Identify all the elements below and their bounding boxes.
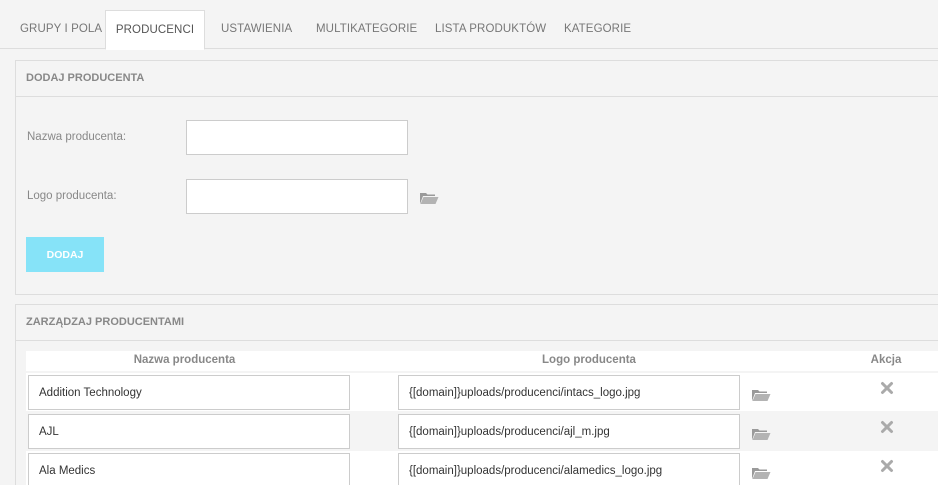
row-name-input[interactable] [28,453,350,485]
folder-open-icon[interactable] [751,466,771,480]
producer-logo-input[interactable] [186,179,408,214]
close-icon[interactable] [880,420,894,434]
column-header-action: Akcja [870,354,902,366]
tab-producenci[interactable]: PRODUCENCI [105,10,205,50]
row-logo-input[interactable] [398,414,740,449]
table-row [26,373,938,411]
row-logo-input[interactable] [398,453,740,485]
close-icon[interactable] [880,381,894,395]
manage-producers-panel: ZARZĄDZAJ PRODUCENTAMI Nazwa producenta … [15,304,938,485]
add-producer-title: DODAJ PRODUCENTA [16,61,938,97]
producer-name-label: Nazwa producenta: [27,131,127,143]
table-row [26,451,938,485]
tab-multikategorie[interactable]: MULTIKATEGORIE [316,10,417,49]
row-logo-input[interactable] [398,375,740,410]
table-header: Nazwa producenta Logo producenta Akcja [26,351,938,371]
tab-grupy-i-pola[interactable]: GRUPY I POLA [20,10,102,49]
producer-logo-label: Logo producenta: [27,190,117,202]
tab-kategorie[interactable]: KATEGORIE [564,10,631,49]
folder-open-icon[interactable] [751,427,771,441]
folder-open-icon[interactable] [751,388,771,402]
column-header-name: Nazwa producenta [133,354,236,366]
tab-bar: GRUPY I POLA PRODUCENCI USTAWIENIA MULTI… [0,0,938,50]
add-producer-button[interactable]: DODAJ [26,237,104,272]
row-name-input[interactable] [28,414,350,449]
tab-ustawienia[interactable]: USTAWIENIA [221,10,292,49]
manage-producers-title: ZARZĄDZAJ PRODUCENTAMI [16,305,938,341]
close-icon[interactable] [880,459,894,473]
row-name-input[interactable] [28,375,350,410]
producer-name-input[interactable] [186,120,408,155]
table-row [26,412,938,450]
tab-lista-produktow[interactable]: LISTA PRODUKTÓW [435,10,546,49]
column-header-logo: Logo producenta [542,354,636,366]
add-producer-panel: DODAJ PRODUCENTA Nazwa producenta: Logo … [15,60,938,295]
folder-open-icon[interactable] [419,191,439,205]
